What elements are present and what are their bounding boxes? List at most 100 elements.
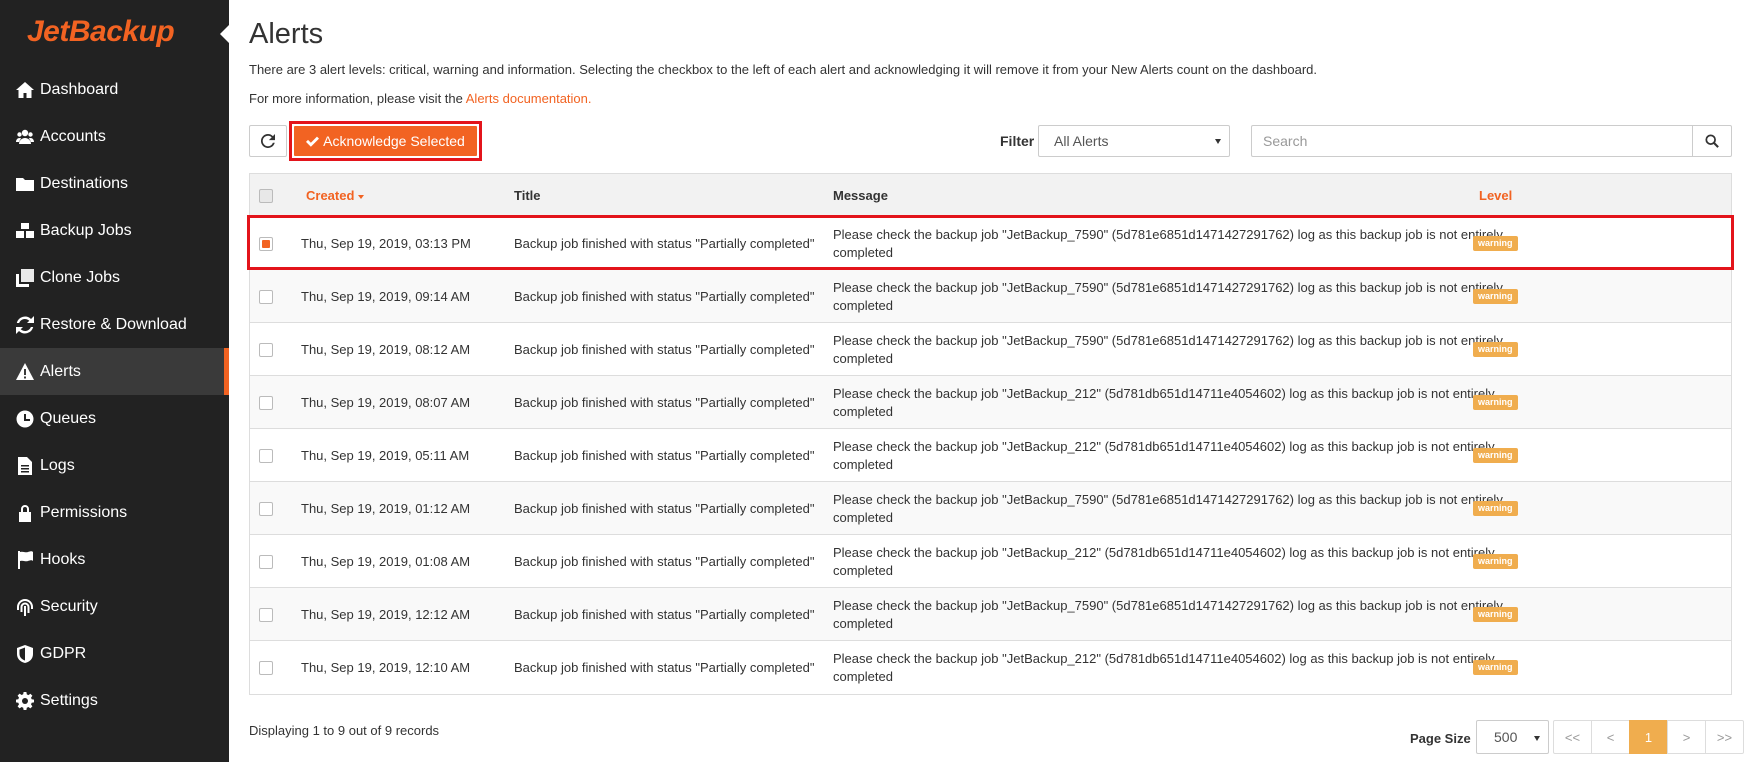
row-select-cell xyxy=(259,588,273,641)
row-checkbox[interactable] xyxy=(259,554,273,569)
table-row[interactable]: Thu, Sep 19, 2019, 05:11 AM Backup job fi… xyxy=(250,429,1731,482)
title-cell: Backup job finished with status "Partial… xyxy=(514,395,815,410)
clock-icon xyxy=(14,410,36,428)
refresh-button[interactable] xyxy=(249,125,287,157)
page-description: There are 3 alert levels: critical, warn… xyxy=(249,62,1317,77)
last-page-button[interactable]: >> xyxy=(1705,720,1744,754)
search-button[interactable] xyxy=(1692,125,1732,157)
filter-label: Filter xyxy=(1000,133,1035,149)
sidebar-item-label: Dashboard xyxy=(40,80,119,98)
chevron-down-icon xyxy=(1534,736,1540,741)
sidebar-item-label: Alerts xyxy=(40,362,81,380)
flag-icon xyxy=(14,550,36,569)
header-created[interactable]: Created xyxy=(306,174,365,217)
message-text: Please check the backup job "JetBackup_7… xyxy=(833,226,1503,260)
sidebar-item-hooks[interactable]: Hooks xyxy=(0,536,229,583)
level-cell: warning xyxy=(1473,270,1518,323)
row-checkbox[interactable] xyxy=(259,342,273,357)
select-all-checkbox[interactable] xyxy=(259,188,273,203)
sidebar-item-logs[interactable]: Logs xyxy=(0,442,229,489)
row-checkbox[interactable] xyxy=(259,289,273,304)
message-text: Please check the backup job "JetBackup_2… xyxy=(833,438,1495,472)
table-row[interactable]: Thu, Sep 19, 2019, 12:12 AM Backup job fi… xyxy=(250,588,1731,641)
row-checkbox[interactable] xyxy=(259,607,273,622)
message-cell: Please check the backup job "JetBackup_2… xyxy=(833,641,1523,694)
records-count: Displaying 1 to 9 out of 9 records xyxy=(249,723,440,738)
sidebar-item-settings[interactable]: Settings xyxy=(0,677,229,724)
created-cell: Thu, Sep 19, 2019, 01:08 AM xyxy=(301,554,471,569)
table-row[interactable]: Thu, Sep 19, 2019, 08:12 AM Backup job fi… xyxy=(250,323,1731,376)
search-input[interactable]: Search xyxy=(1251,125,1693,157)
row-select-cell xyxy=(259,535,273,588)
row-checkbox[interactable] xyxy=(259,236,273,251)
clone-icon xyxy=(14,268,36,287)
message-text: Please check the backup job "JetBackup_2… xyxy=(833,544,1495,578)
row-checkbox[interactable] xyxy=(259,448,273,463)
sidebar-item-accounts[interactable]: Accounts xyxy=(0,113,229,160)
prev-page-button[interactable]: < xyxy=(1591,720,1630,754)
fingerprint-icon xyxy=(14,598,36,616)
sidebar-item-destinations[interactable]: Destinations xyxy=(0,160,229,207)
warning-icon xyxy=(14,362,36,381)
table-row[interactable]: Thu, Sep 19, 2019, 12:10 AM Backup job fi… xyxy=(250,641,1731,694)
next-page-button[interactable]: > xyxy=(1667,720,1706,754)
shield-icon xyxy=(14,644,36,663)
alerts-documentation-link[interactable]: Alerts documentation. xyxy=(466,91,592,106)
message-cell: Please check the backup job "JetBackup_7… xyxy=(833,588,1523,641)
select-all-cell xyxy=(259,174,273,217)
more-info-text: For more information, please visit the A… xyxy=(249,91,592,106)
message-text: Please check the backup job "JetBackup_7… xyxy=(833,279,1503,313)
sidebar-item-restore-download[interactable]: Restore & Download xyxy=(0,301,229,348)
table-row[interactable]: Thu, Sep 19, 2019, 01:12 AM Backup job fi… xyxy=(250,482,1731,535)
title-cell: Backup job finished with status "Partial… xyxy=(514,289,815,304)
level-cell: warning xyxy=(1473,482,1518,535)
row-checkbox[interactable] xyxy=(259,660,273,675)
first-page-button[interactable]: << xyxy=(1553,720,1592,754)
acknowledge-label: Acknowledge Selected xyxy=(323,133,465,149)
sidebar-item-gdpr[interactable]: GDPR xyxy=(0,630,229,677)
pagination: << <1 > >> xyxy=(1553,720,1744,754)
sidebar-item-alerts[interactable]: Alerts xyxy=(0,348,229,395)
file-icon xyxy=(14,456,36,475)
page-1-button[interactable]: 1 xyxy=(1629,720,1668,754)
table-row[interactable]: Thu, Sep 19, 2019, 01:08 AM Backup job fi… xyxy=(250,535,1731,588)
level-badge: warning xyxy=(1473,289,1518,304)
sidebar: JetBackup Dashboard Accounts Destinations B… xyxy=(0,0,229,762)
table-body: Thu, Sep 19, 2019, 03:13 PM Backup job fi… xyxy=(250,217,1731,694)
title-cell: Backup job finished with status "Partial… xyxy=(514,501,815,516)
sidebar-item-label: GDPR xyxy=(40,644,87,662)
created-cell: Thu, Sep 19, 2019, 01:12 AM xyxy=(301,501,471,516)
sidebar-item-queues[interactable]: Queues xyxy=(0,395,229,442)
acknowledge-selected-button[interactable]: Acknowledge Selected xyxy=(294,126,477,156)
gear-icon xyxy=(14,691,36,710)
row-checkbox[interactable] xyxy=(259,395,273,410)
page-size-select[interactable]: 500 xyxy=(1476,720,1549,754)
row-checkbox[interactable] xyxy=(259,501,273,516)
users-icon xyxy=(14,128,36,146)
sidebar-item-clone-jobs[interactable]: Clone Jobs xyxy=(0,254,229,301)
header-level[interactable]: Level xyxy=(1479,174,1512,217)
level-badge: warning xyxy=(1473,607,1518,622)
table-row[interactable]: Thu, Sep 19, 2019, 09:14 AM Backup job fi… xyxy=(250,270,1731,323)
row-select-cell xyxy=(259,217,273,270)
sidebar-item-backup-jobs[interactable]: Backup Jobs xyxy=(0,207,229,254)
created-cell: Thu, Sep 19, 2019, 05:11 AM xyxy=(301,448,470,463)
sidebar-item-dashboard[interactable]: Dashboard xyxy=(0,66,229,113)
table-row[interactable]: Thu, Sep 19, 2019, 08:07 AM Backup job fi… xyxy=(250,376,1731,429)
message-cell: Please check the backup job "JetBackup_2… xyxy=(833,535,1523,588)
sidebar-item-security[interactable]: Security xyxy=(0,583,229,630)
sidebar-item-permissions[interactable]: Permissions xyxy=(0,489,229,536)
level-cell: warning xyxy=(1473,535,1518,588)
filter-select[interactable]: All Alerts xyxy=(1038,125,1230,157)
jetbackup-logo[interactable]: JetBackup xyxy=(27,12,207,52)
level-badge: warning xyxy=(1473,554,1518,569)
row-select-cell xyxy=(259,429,273,482)
level-badge: warning xyxy=(1473,448,1518,463)
lock-icon xyxy=(14,504,36,522)
page-size-label: Page Size xyxy=(1410,731,1471,746)
chevron-down-icon xyxy=(1215,139,1221,144)
filter-value: All Alerts xyxy=(1054,133,1109,149)
message-cell: Please check the backup job "JetBackup_7… xyxy=(833,323,1523,376)
table-row[interactable]: Thu, Sep 19, 2019, 03:13 PM Backup job fi… xyxy=(250,217,1731,270)
home-icon xyxy=(14,81,36,99)
